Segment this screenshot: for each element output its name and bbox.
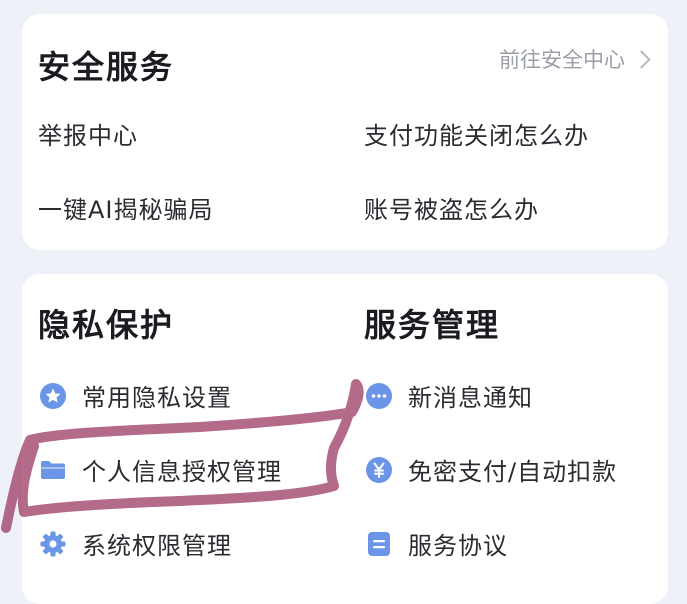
password-free-payment-label: 免密支付/自动扣款 [408,458,618,486]
personal-info-authorization-item[interactable]: 个人信息授权管理 [38,452,282,487]
payment-disabled-help-item[interactable]: 支付功能关闭怎么办 [364,116,589,151]
chevron-right-icon [632,49,651,69]
password-free-payment-item[interactable]: 免密支付/自动扣款 [364,452,617,487]
go-to-security-center-label: 前往安全中心 [499,48,625,72]
system-permission-management-label: 系统权限管理 [82,532,232,560]
personal-info-authorization-label: 个人信息授权管理 [82,458,282,486]
service-agreement-label: 服务协议 [408,532,508,560]
document-icon [364,529,394,559]
yuan-icon [364,455,394,485]
go-to-security-center-link[interactable]: 前往安全中心 [499,44,651,74]
privacy-and-service-card: 隐私保护 服务管理 常用隐私设置 个人信息授权管理 系统权限管理 新消息通知 免… [22,274,668,604]
account-stolen-help-item[interactable]: 账号被盗怎么办 [364,190,539,225]
privacy-protection-title: 隐私保护 [38,306,175,344]
report-center-item[interactable]: 举报中心 [38,116,138,151]
common-privacy-settings-item[interactable]: 常用隐私设置 [38,378,232,413]
common-privacy-settings-label: 常用隐私设置 [82,384,232,412]
system-permission-management-item[interactable]: 系统权限管理 [38,526,232,561]
service-management-title: 服务管理 [364,306,501,344]
star-icon [38,381,68,411]
message-dots-icon [364,381,394,411]
gear-icon [38,529,68,559]
security-services-title: 安全服务 [38,48,175,86]
service-agreement-item[interactable]: 服务协议 [364,526,508,561]
new-message-notification-label: 新消息通知 [408,384,533,412]
new-message-notification-item[interactable]: 新消息通知 [364,378,533,413]
folder-icon [38,455,68,485]
ai-scam-reveal-item[interactable]: 一键AI揭秘骗局 [38,190,214,225]
security-services-card: 安全服务 前往安全中心 举报中心 支付功能关闭怎么办 一键AI揭秘骗局 账号被盗… [22,14,668,250]
